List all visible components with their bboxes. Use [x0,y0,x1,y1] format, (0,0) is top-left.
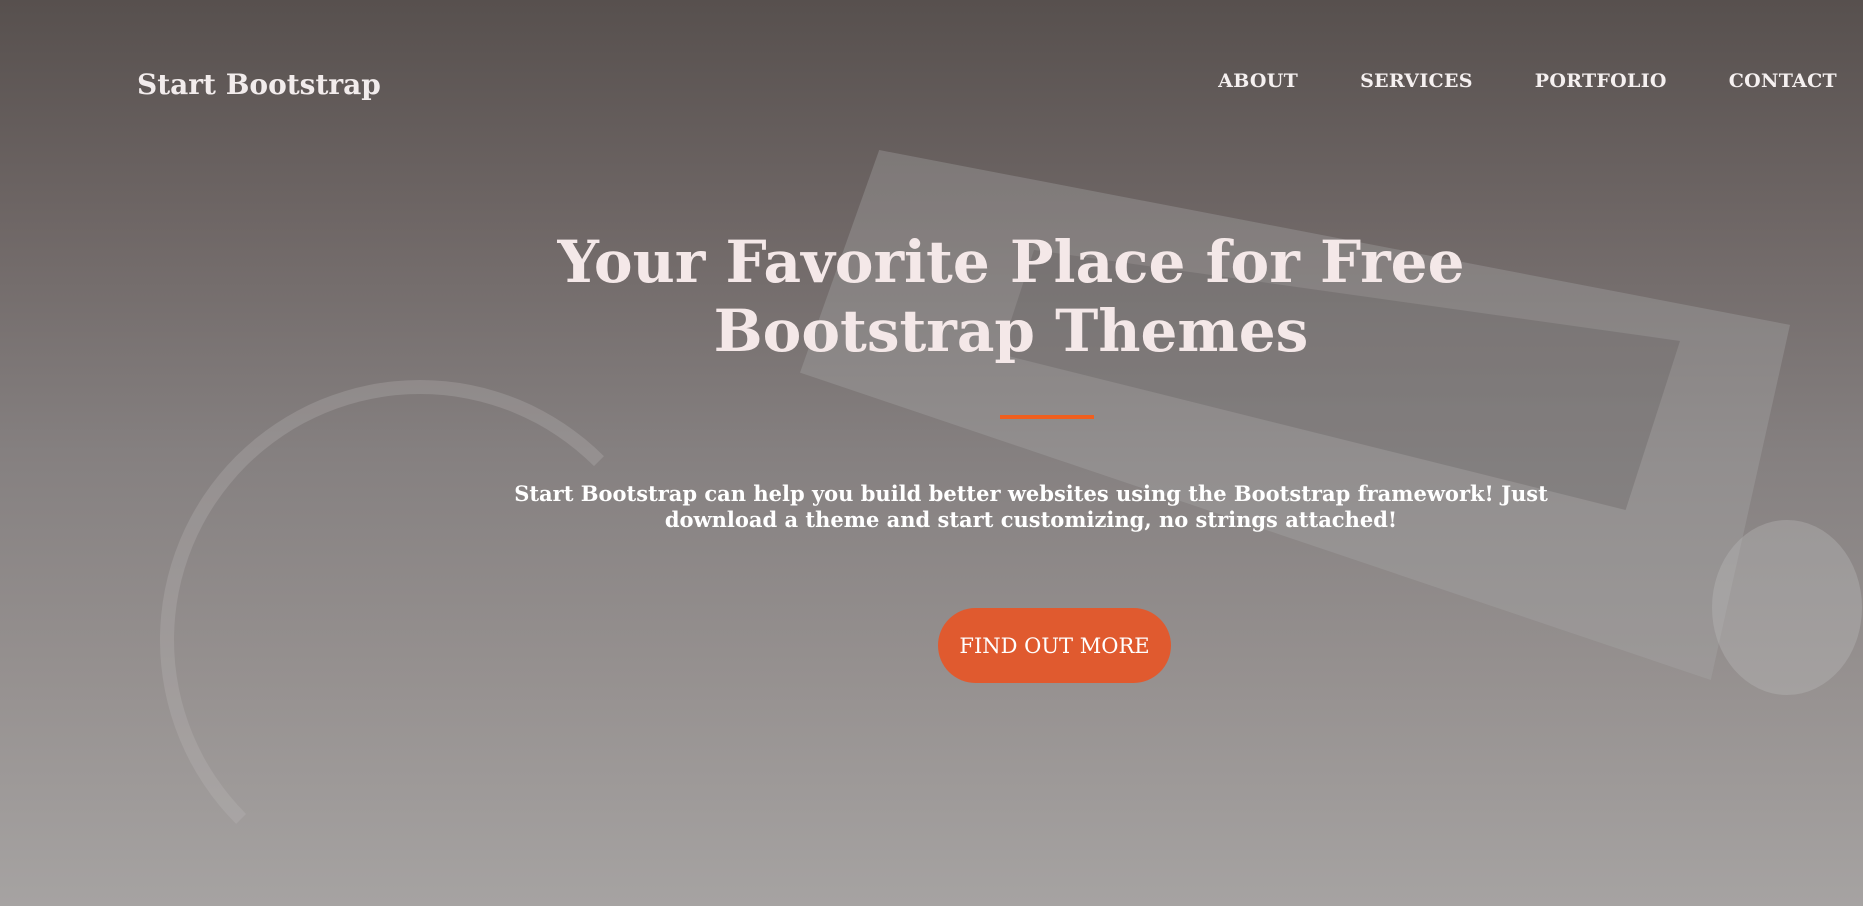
brand-logo-link[interactable]: Start Bootstrap [137,68,381,101]
main-nav: ABOUT SERVICES PORTFOLIO CONTACT [1218,70,1837,92]
nav-contact[interactable]: CONTACT [1729,70,1837,92]
nav-portfolio[interactable]: PORTFOLIO [1535,70,1667,92]
hero-title: Your Favorite Place for Free Bootstrap T… [557,228,1465,365]
nav-about[interactable]: ABOUT [1218,70,1298,92]
hero-divider [1000,415,1094,419]
find-out-more-button[interactable]: FIND OUT MORE [938,608,1171,683]
background-mouse-image [1712,520,1862,695]
nav-services[interactable]: SERVICES [1360,70,1473,92]
hero-subtitle: Start Bootstrap can help you build bette… [514,481,1548,532]
background-arc-image [160,380,680,900]
